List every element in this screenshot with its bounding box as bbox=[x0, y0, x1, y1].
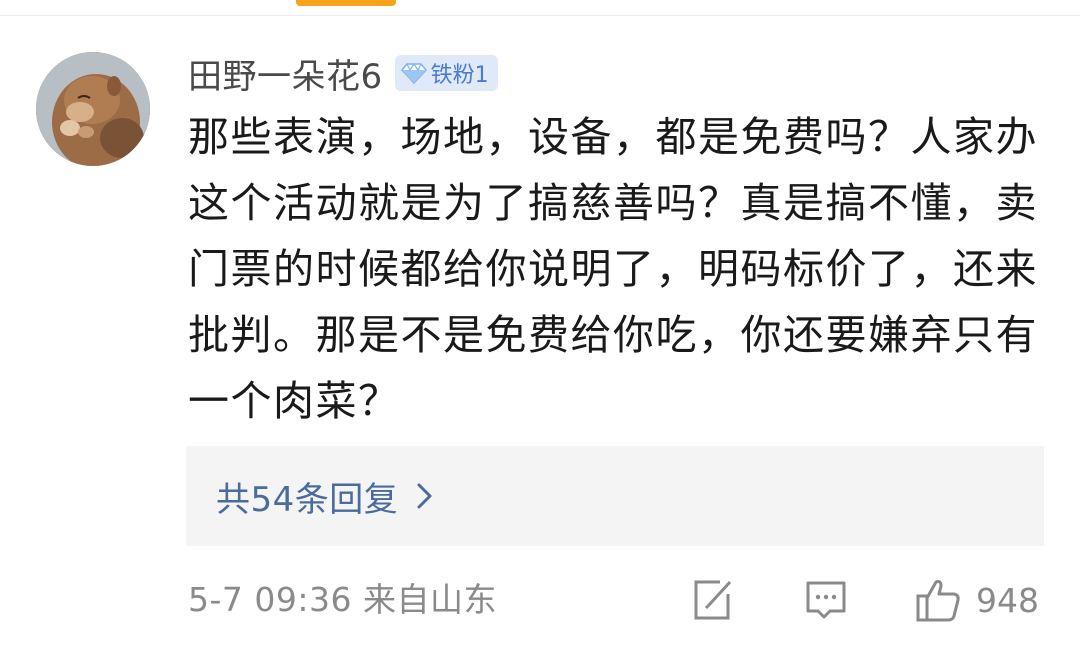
username[interactable]: 田野一朵花6 bbox=[188, 49, 383, 98]
like-count: 948 bbox=[976, 580, 1039, 620]
avatar[interactable] bbox=[36, 52, 150, 166]
chevron-right-icon bbox=[417, 483, 432, 509]
active-tab-indicator bbox=[296, 0, 396, 6]
divider bbox=[0, 15, 1080, 16]
replies-button[interactable]: 共54条回复 bbox=[186, 446, 1044, 546]
comment-button[interactable] bbox=[804, 576, 848, 624]
share-button[interactable] bbox=[690, 576, 734, 624]
comment-text: 那些表演，场地，设备，都是免费吗？人家办这个活动就是为了搞慈善吗？真是搞不懂，卖… bbox=[188, 113, 1038, 425]
diamond-icon bbox=[400, 62, 427, 84]
fan-badge[interactable]: 铁粉1 bbox=[394, 55, 498, 91]
thumbs-up-icon bbox=[916, 580, 960, 622]
timestamp-location: 5-7 09:36 来自山东 bbox=[188, 574, 497, 626]
comment-meta: 5-7 09:36 来自山东 948 bbox=[188, 574, 1048, 626]
user-row: 田野一朵花6 铁粉1 bbox=[188, 49, 498, 98]
edit-share-icon bbox=[694, 580, 732, 620]
comment-bubble-icon bbox=[806, 581, 846, 619]
badge-label: 铁粉1 bbox=[430, 63, 489, 88]
location: 来自山东 bbox=[363, 580, 497, 619]
replies-label: 共54条回复 bbox=[216, 479, 399, 520]
squirrel-avatar-image bbox=[36, 52, 150, 166]
timestamp: 5-7 09:36 bbox=[188, 580, 352, 619]
like-button[interactable]: 948 bbox=[914, 576, 1039, 624]
